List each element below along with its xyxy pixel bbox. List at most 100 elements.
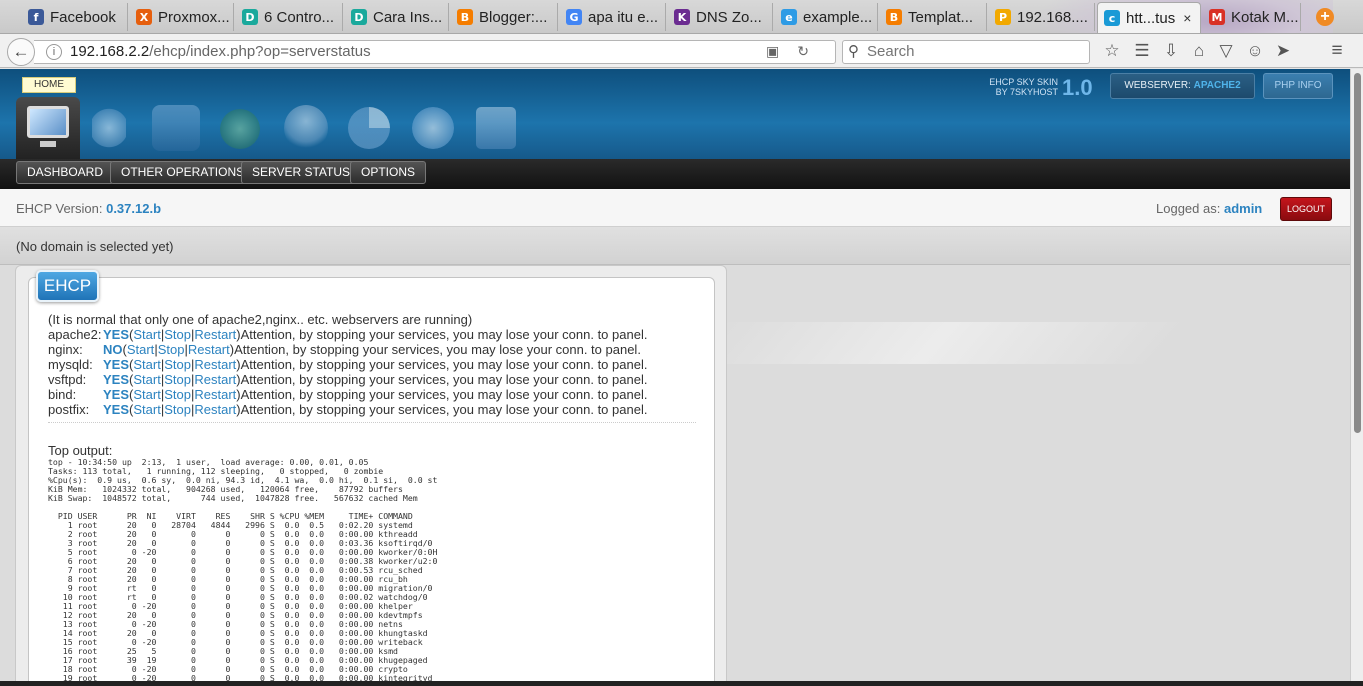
service-row: mysqld: YES(Start | Stop | Restart) Atten… [48, 357, 648, 372]
service-restart-link[interactable]: Restart [194, 402, 236, 417]
service-start-link[interactable]: Start [133, 327, 160, 342]
service-row: postfix: YES(Start | Stop | Restart) Atte… [48, 402, 648, 417]
menu-other-operations[interactable]: OTHER OPERATIONS [110, 161, 256, 184]
menu-server-status[interactable]: SERVER STATUS [241, 161, 362, 184]
skin-credit: EHCP SKY SKIN BY 7SKYHOST [940, 77, 1058, 97]
login-info: Logged as: admin [1156, 201, 1262, 216]
service-start-link[interactable]: Start [127, 342, 154, 357]
service-start-link[interactable]: Start [133, 372, 160, 387]
browser-tab[interactable]: f Facebook [22, 3, 128, 31]
service-warning: Attention, by stopping your services, yo… [240, 402, 648, 417]
browser-tab[interactable]: X Proxmox... [130, 3, 234, 31]
home-monitor-icon[interactable] [16, 97, 80, 159]
browser-tab[interactable]: D Cara Ins... [345, 3, 449, 31]
ftp-icon[interactable] [220, 109, 260, 149]
document-icon[interactable] [92, 107, 126, 149]
version-info: EHCP Version: 0.37.12.b [16, 201, 161, 216]
docs-icon: D [242, 9, 258, 25]
browser-tab-label: Proxmox... [158, 8, 230, 26]
browser-tab-label: Blogger:... [479, 8, 548, 26]
service-stop-link[interactable]: Stop [164, 357, 191, 372]
phpmyadmin-icon: P [995, 9, 1011, 25]
browser-tab[interactable]: D 6 Contro... [236, 3, 343, 31]
close-tab-icon[interactable]: × [1183, 10, 1191, 26]
browser-tab[interactable]: M Kotak M... [1203, 3, 1301, 31]
separator [48, 422, 696, 423]
new-tab-button[interactable]: + [1316, 8, 1334, 26]
downloads-icon[interactable]: ⇩ [1160, 40, 1182, 62]
ehcp-panel-tag: EHCP [36, 270, 99, 302]
back-button[interactable]: ← [7, 38, 35, 66]
url-path: /ehcp/index.php?op=serverstatus [149, 43, 371, 60]
reader-view-icon[interactable]: ▣ [766, 43, 797, 59]
info-icon[interactable] [412, 107, 454, 149]
bookmark-star-icon[interactable]: ☆ [1101, 40, 1123, 62]
service-stop-link[interactable]: Stop [164, 402, 191, 417]
blogger-icon: B [457, 9, 473, 25]
vertical-scrollbar[interactable] [1350, 69, 1363, 681]
browser-tab[interactable]: K DNS Zo... [668, 3, 773, 31]
service-start-link[interactable]: Start [133, 402, 160, 417]
service-warning: Attention, by stopping your services, yo… [240, 357, 648, 372]
url-text[interactable]: 192.168.2.2/ehcp/index.php?op=serverstat… [70, 43, 371, 60]
smiley-icon[interactable]: ☺ [1244, 40, 1266, 62]
home-icon[interactable]: ⌂ [1188, 40, 1210, 62]
bookmarks-library-icon[interactable]: ☰ [1131, 40, 1153, 62]
service-restart-link[interactable]: Restart [188, 342, 230, 357]
service-row: vsftpd: YES(Start | Stop | Restart) Atten… [48, 372, 648, 387]
reload-icon[interactable]: ↻ [797, 43, 827, 59]
browser-tab[interactable]: Gapa itu e... [560, 3, 666, 31]
logged-user[interactable]: admin [1224, 201, 1262, 216]
search-input[interactable] [867, 43, 1082, 60]
menu-options[interactable]: OPTIONS [350, 161, 427, 184]
service-restart-link[interactable]: Restart [194, 372, 236, 387]
service-name: mysqld: [48, 357, 93, 372]
page-viewport: HOME EHCP SKY SKIN BY 7SKYHOST 1.0 WEBSER… [0, 69, 1350, 681]
service-name: postfix: [48, 402, 90, 417]
menu-hamburger-icon[interactable]: ≡ [1326, 40, 1348, 62]
site-icon: c [1104, 10, 1120, 26]
scrollbar-thumb[interactable] [1354, 73, 1361, 433]
service-stop-link[interactable]: Stop [158, 342, 185, 357]
service-start-link[interactable]: Start [133, 387, 160, 402]
skin-author: BY 7SKYHOST [995, 87, 1058, 97]
user-icon[interactable] [284, 105, 328, 151]
service-status: YES [103, 387, 130, 402]
mysql-database-icon[interactable] [152, 105, 200, 151]
service-restart-link[interactable]: Restart [194, 327, 236, 342]
logged-label: Logged as: [1156, 201, 1221, 216]
browser-tab[interactable]: B Templat... [880, 3, 987, 31]
service-status: NO [103, 342, 123, 357]
service-warning: Attention, by stopping your services, yo… [234, 342, 641, 357]
browser-tab[interactable]: B Blogger:... [451, 3, 558, 31]
php-info-button[interactable]: PHP INFO [1263, 73, 1333, 99]
service-name: apache2: [48, 327, 102, 342]
url-bar[interactable]: i 192.168.2.2/ehcp/index.php?op=serverst… [34, 40, 836, 64]
pie-chart-icon[interactable] [348, 107, 390, 149]
service-status: YES [103, 327, 130, 342]
search-bar[interactable]: ⚲ [842, 40, 1090, 64]
save-icon[interactable] [476, 107, 516, 149]
pocket-icon[interactable]: ▽ [1215, 40, 1237, 62]
browser-tab-label: apa itu e... [588, 8, 659, 26]
browser-tab[interactable]: c htt...tus × [1097, 2, 1201, 33]
service-name: vsftpd: [48, 372, 87, 387]
service-status: YES [103, 372, 130, 387]
logout-button[interactable]: LOGOUT [1280, 197, 1332, 221]
url-host: 192.168.2.2 [70, 43, 150, 60]
browser-tab[interactable]: P 192.168.... [989, 3, 1095, 31]
service-stop-link[interactable]: Stop [164, 372, 191, 387]
browser-tab-label: Cara Ins... [373, 8, 443, 26]
send-icon[interactable]: ➤ [1272, 40, 1294, 62]
service-stop-link[interactable]: Stop [164, 387, 191, 402]
service-restart-link[interactable]: Restart [194, 357, 236, 372]
service-restart-link[interactable]: Restart [194, 387, 236, 402]
service-start-link[interactable]: Start [133, 357, 160, 372]
browser-tab[interactable]: e example... [775, 3, 878, 31]
site-info-icon[interactable]: i [46, 44, 62, 60]
webserver-indicator[interactable]: WEBSERVER: APACHE2 [1110, 73, 1255, 99]
webserver-note: (It is normal that only one of apache2,n… [48, 312, 473, 327]
menu-dashboard[interactable]: DASHBOARD [16, 161, 115, 184]
example-icon: e [781, 9, 797, 25]
service-stop-link[interactable]: Stop [164, 327, 191, 342]
